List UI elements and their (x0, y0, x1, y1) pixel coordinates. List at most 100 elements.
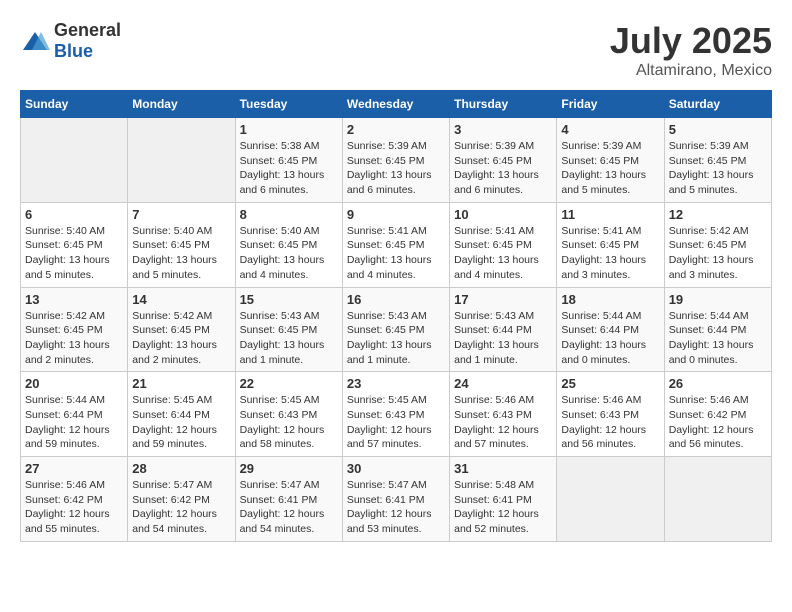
calendar-cell: 29 Sunrise: 5:47 AMSunset: 6:41 PMDayligh… (235, 457, 342, 542)
day-number: 7 (132, 207, 230, 222)
calendar-cell: 27 Sunrise: 5:46 AMSunset: 6:42 PMDayligh… (21, 457, 128, 542)
calendar-cell: 15Sunrise: 5:43 AMSunset: 6:45 PMDayligh… (235, 287, 342, 372)
day-info: Sunrise: 5:46 AMSunset: 6:42 PMDaylight:… (669, 393, 767, 452)
day-info: Sunrise: 5:43 AMSunset: 6:44 PMDaylight:… (454, 309, 552, 368)
calendar-cell: 18 Sunrise: 5:44 AMSunset: 6:44 PMDayligh… (557, 287, 664, 372)
day-number: 30 (347, 461, 445, 476)
calendar-cell: 19 Sunrise: 5:44 AMSunset: 6:44 PMDayligh… (664, 287, 771, 372)
calendar-cell: 2 Sunrise: 5:39 AMSunset: 6:45 PMDaylight… (342, 118, 449, 203)
day-number: 11 (561, 207, 659, 222)
day-info: Sunrise: 5:47 AMSunset: 6:42 PMDaylight:… (132, 478, 230, 537)
day-info: Sunrise: 5:41 AMSunset: 6:45 PMDaylight:… (454, 224, 552, 283)
calendar-cell: 6 Sunrise: 5:40 AMSunset: 6:45 PMDaylight… (21, 202, 128, 287)
calendar-cell: 30 Sunrise: 5:47 AMSunset: 6:41 PMDayligh… (342, 457, 449, 542)
calendar-week-3: 20Sunrise: 5:44 AMSunset: 6:44 PMDayligh… (21, 372, 772, 457)
day-info: Sunrise: 5:40 AMSunset: 6:45 PMDaylight:… (240, 224, 338, 283)
weekday-header-row: SundayMondayTuesdayWednesdayThursdayFrid… (21, 91, 772, 118)
day-number: 13 (25, 292, 123, 307)
calendar-week-4: 27 Sunrise: 5:46 AMSunset: 6:42 PMDayligh… (21, 457, 772, 542)
calendar-cell: 16Sunrise: 5:43 AMSunset: 6:45 PMDayligh… (342, 287, 449, 372)
weekday-thursday: Thursday (450, 91, 557, 118)
weekday-wednesday: Wednesday (342, 91, 449, 118)
day-number: 19 (669, 292, 767, 307)
day-info: Sunrise: 5:39 AMSunset: 6:45 PMDaylight:… (347, 139, 445, 198)
calendar-cell: 1Sunrise: 5:38 AMSunset: 6:45 PMDaylight… (235, 118, 342, 203)
day-info: Sunrise: 5:40 AMSunset: 6:45 PMDaylight:… (132, 224, 230, 283)
day-number: 26 (669, 376, 767, 391)
day-number: 2 (347, 122, 445, 137)
calendar-cell: 3Sunrise: 5:39 AMSunset: 6:45 PMDaylight… (450, 118, 557, 203)
day-info: Sunrise: 5:47 AMSunset: 6:41 PMDaylight:… (240, 478, 338, 537)
day-number: 14 (132, 292, 230, 307)
calendar-cell: 7 Sunrise: 5:40 AMSunset: 6:45 PMDaylight… (128, 202, 235, 287)
calendar-cell: 31Sunrise: 5:48 AMSunset: 6:41 PMDayligh… (450, 457, 557, 542)
day-info: Sunrise: 5:44 AMSunset: 6:44 PMDaylight:… (561, 309, 659, 368)
day-info: Sunrise: 5:44 AMSunset: 6:44 PMDaylight:… (25, 393, 123, 452)
weekday-friday: Friday (557, 91, 664, 118)
day-number: 9 (347, 207, 445, 222)
logo-general: General (54, 20, 121, 40)
day-info: Sunrise: 5:45 AMSunset: 6:44 PMDaylight:… (132, 393, 230, 452)
calendar-cell: 28Sunrise: 5:47 AMSunset: 6:42 PMDayligh… (128, 457, 235, 542)
calendar-cell (21, 118, 128, 203)
calendar-cell: 11 Sunrise: 5:41 AMSunset: 6:45 PMDayligh… (557, 202, 664, 287)
day-info: Sunrise: 5:42 AMSunset: 6:45 PMDaylight:… (25, 309, 123, 368)
calendar-cell: 17 Sunrise: 5:43 AMSunset: 6:44 PMDayligh… (450, 287, 557, 372)
calendar-cell: 25Sunrise: 5:46 AMSunset: 6:43 PMDayligh… (557, 372, 664, 457)
day-number: 8 (240, 207, 338, 222)
calendar-cell: 8 Sunrise: 5:40 AMSunset: 6:45 PMDaylight… (235, 202, 342, 287)
calendar-cell: 26 Sunrise: 5:46 AMSunset: 6:42 PMDayligh… (664, 372, 771, 457)
calendar-cell (557, 457, 664, 542)
weekday-saturday: Saturday (664, 91, 771, 118)
calendar-cell: 21Sunrise: 5:45 AMSunset: 6:44 PMDayligh… (128, 372, 235, 457)
calendar-cell: 23 Sunrise: 5:45 AMSunset: 6:43 PMDayligh… (342, 372, 449, 457)
calendar-cell (664, 457, 771, 542)
day-info: Sunrise: 5:38 AMSunset: 6:45 PMDaylight:… (240, 139, 338, 198)
day-info: Sunrise: 5:47 AMSunset: 6:41 PMDaylight:… (347, 478, 445, 537)
calendar-header: SundayMondayTuesdayWednesdayThursdayFrid… (21, 91, 772, 118)
day-info: Sunrise: 5:46 AMSunset: 6:43 PMDaylight:… (561, 393, 659, 452)
weekday-sunday: Sunday (21, 91, 128, 118)
day-number: 22 (240, 376, 338, 391)
day-number: 4 (561, 122, 659, 137)
calendar-table: SundayMondayTuesdayWednesdayThursdayFrid… (20, 90, 772, 542)
day-info: Sunrise: 5:43 AMSunset: 6:45 PMDaylight:… (240, 309, 338, 368)
day-info: Sunrise: 5:42 AMSunset: 6:45 PMDaylight:… (669, 224, 767, 283)
logo-text: General Blue (54, 20, 121, 62)
calendar-week-2: 13 Sunrise: 5:42 AMSunset: 6:45 PMDayligh… (21, 287, 772, 372)
day-number: 5 (669, 122, 767, 137)
day-number: 27 (25, 461, 123, 476)
day-number: 24 (454, 376, 552, 391)
calendar-week-1: 6 Sunrise: 5:40 AMSunset: 6:45 PMDaylight… (21, 202, 772, 287)
day-number: 18 (561, 292, 659, 307)
day-info: Sunrise: 5:41 AMSunset: 6:45 PMDaylight:… (347, 224, 445, 283)
day-number: 3 (454, 122, 552, 137)
calendar-week-0: 1Sunrise: 5:38 AMSunset: 6:45 PMDaylight… (21, 118, 772, 203)
day-info: Sunrise: 5:46 AMSunset: 6:42 PMDaylight:… (25, 478, 123, 537)
calendar-body: 1Sunrise: 5:38 AMSunset: 6:45 PMDaylight… (21, 118, 772, 542)
calendar-cell (128, 118, 235, 203)
logo: General Blue (20, 20, 121, 62)
calendar-cell: 4Sunrise: 5:39 AMSunset: 6:45 PMDaylight… (557, 118, 664, 203)
calendar-cell: 12 Sunrise: 5:42 AMSunset: 6:45 PMDayligh… (664, 202, 771, 287)
day-info: Sunrise: 5:42 AMSunset: 6:45 PMDaylight:… (132, 309, 230, 368)
day-number: 16 (347, 292, 445, 307)
weekday-tuesday: Tuesday (235, 91, 342, 118)
logo-blue: Blue (54, 41, 93, 61)
day-number: 23 (347, 376, 445, 391)
day-info: Sunrise: 5:46 AMSunset: 6:43 PMDaylight:… (454, 393, 552, 452)
day-info: Sunrise: 5:39 AMSunset: 6:45 PMDaylight:… (669, 139, 767, 198)
day-number: 12 (669, 207, 767, 222)
day-info: Sunrise: 5:40 AMSunset: 6:45 PMDaylight:… (25, 224, 123, 283)
day-number: 29 (240, 461, 338, 476)
day-info: Sunrise: 5:41 AMSunset: 6:45 PMDaylight:… (561, 224, 659, 283)
calendar-cell: 5 Sunrise: 5:39 AMSunset: 6:45 PMDaylight… (664, 118, 771, 203)
weekday-monday: Monday (128, 91, 235, 118)
calendar-cell: 10Sunrise: 5:41 AMSunset: 6:45 PMDayligh… (450, 202, 557, 287)
calendar-cell: 24 Sunrise: 5:46 AMSunset: 6:43 PMDayligh… (450, 372, 557, 457)
page-header: General Blue July 2025 Altamirano, Mexic… (20, 20, 772, 80)
day-info: Sunrise: 5:45 AMSunset: 6:43 PMDaylight:… (347, 393, 445, 452)
day-number: 6 (25, 207, 123, 222)
day-info: Sunrise: 5:44 AMSunset: 6:44 PMDaylight:… (669, 309, 767, 368)
day-number: 17 (454, 292, 552, 307)
